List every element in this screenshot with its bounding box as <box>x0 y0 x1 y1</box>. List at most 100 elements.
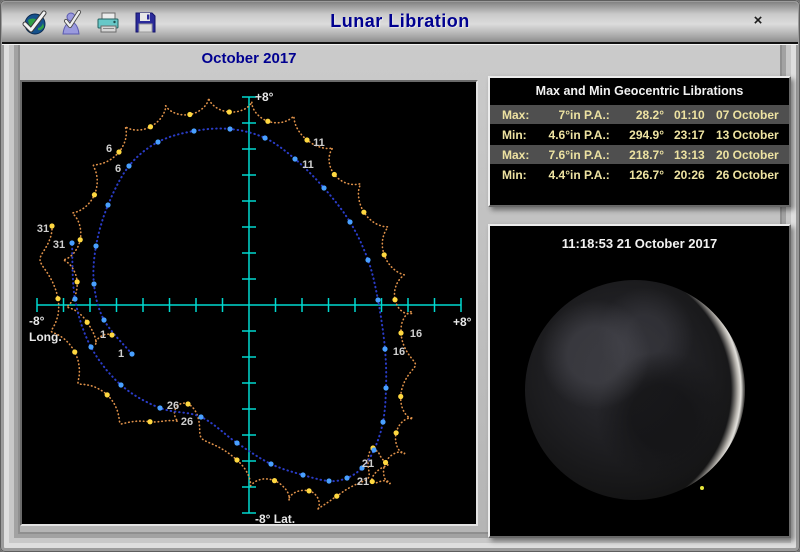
topocentric-day-marker <box>147 419 152 424</box>
moon-crescent <box>525 280 745 500</box>
table-cell: Min: <box>502 168 530 182</box>
table-cell: 4.4° <box>530 168 570 182</box>
day-label-geocentric: 26 <box>181 416 193 428</box>
app-window: Lunar Libration × October 2017 +8°+8°-8°… <box>0 0 800 552</box>
table-row: Max:7°in P.A.:28.2°01:1007 October <box>490 105 789 124</box>
geocentric-day-marker <box>262 135 267 140</box>
table-row: Min:4.4°in P.A.:126.7°20:2626 October <box>490 165 789 184</box>
table-cell: in P.A.: <box>570 148 618 162</box>
day-label-topocentric: 16 <box>410 328 422 340</box>
geocentric-day-marker <box>72 296 77 301</box>
geocentric-day-marker <box>383 385 388 390</box>
axis-label-top: +8° <box>255 90 274 104</box>
table-cell: Max: <box>502 108 530 122</box>
geocentric-day-marker <box>380 419 385 424</box>
topocentric-day-marker <box>85 320 90 325</box>
geocentric-day-marker <box>292 156 297 161</box>
close-button[interactable]: × <box>748 12 768 32</box>
table-cell: Max: <box>502 148 530 162</box>
topocentric-day-marker <box>306 488 311 493</box>
topocentric-day-marker <box>272 478 277 483</box>
libration-table-rows: Max:7°in P.A.:28.2°01:1007 OctoberMin:4.… <box>490 105 789 184</box>
axis-label-left-deg: -8° <box>29 314 45 328</box>
topocentric-day-marker <box>332 172 337 177</box>
geocentric-day-marker <box>101 317 106 322</box>
topocentric-day-marker <box>148 124 153 129</box>
table-cell: 13 October <box>710 128 794 142</box>
topocentric-day-marker <box>392 297 397 302</box>
day-label-topocentric: 31 <box>37 223 49 235</box>
day-label-topocentric: 11 <box>313 137 325 149</box>
day-label-geocentric: 11 <box>302 159 314 171</box>
libration-table-panel: Max and Min Geocentric Librations Max:7°… <box>488 76 791 207</box>
geocentric-day-marker <box>321 185 326 190</box>
star-dot <box>700 486 704 490</box>
topocentric-path <box>40 98 416 510</box>
table-cell: Min: <box>502 128 530 142</box>
topocentric-day-marker <box>383 460 388 465</box>
table-cell: 28.2° <box>618 108 664 122</box>
axis-label-left-word: Long. <box>29 330 62 344</box>
geocentric-day-marker <box>365 257 370 262</box>
day-label-geocentric: 16 <box>393 346 405 358</box>
geocentric-day-marker <box>198 414 203 419</box>
table-cell: 26 October <box>710 168 794 182</box>
geocentric-day-marker <box>347 219 352 224</box>
topocentric-day-marker <box>109 332 114 337</box>
geocentric-day-marker <box>118 382 123 387</box>
geocentric-day-marker <box>126 163 131 168</box>
geocentric-day-marker <box>227 126 232 131</box>
geocentric-day-marker <box>234 440 239 445</box>
geocentric-day-marker <box>129 351 134 356</box>
table-cell: 7.6° <box>530 148 570 162</box>
geocentric-day-marker <box>155 139 160 144</box>
topocentric-day-marker <box>398 330 403 335</box>
topocentric-day-marker <box>304 137 309 142</box>
table-cell: in P.A.: <box>570 108 618 122</box>
day-label-geocentric: 1 <box>118 348 124 360</box>
geocentric-day-marker <box>91 281 96 286</box>
axis-label-right: +8° <box>453 315 472 329</box>
topocentric-day-marker <box>105 392 110 397</box>
table-cell: 294.9° <box>618 128 664 142</box>
moon-panel: 11:18:53 21 October 2017 <box>488 224 791 538</box>
day-label-topocentric: 26 <box>167 400 179 412</box>
libration-chart-panel: +8°+8°-8°Long.-8° Lat.161116212631161116… <box>20 80 478 526</box>
table-cell: in P.A.: <box>570 128 618 142</box>
geocentric-day-marker <box>326 478 331 483</box>
topocentric-day-marker <box>382 252 387 257</box>
day-label-geocentric: 21 <box>357 476 369 488</box>
geocentric-day-marker <box>191 128 196 133</box>
day-label-geocentric: 31 <box>53 239 65 251</box>
geocentric-day-marker <box>344 475 349 480</box>
topocentric-day-marker <box>361 210 366 215</box>
topocentric-day-marker <box>265 119 270 124</box>
geocentric-day-marker <box>268 461 273 466</box>
geocentric-day-marker <box>93 243 98 248</box>
topocentric-day-marker <box>116 149 121 154</box>
day-label-topocentric: 6 <box>106 143 112 155</box>
geocentric-day-marker <box>375 297 380 302</box>
topocentric-day-marker <box>394 430 399 435</box>
table-cell: 07 October <box>710 108 794 122</box>
table-cell: 7° <box>530 108 570 122</box>
month-label: October 2017 <box>20 50 478 67</box>
table-cell: in P.A.: <box>570 168 618 182</box>
geocentric-day-marker <box>371 447 376 452</box>
table-title: Max and Min Geocentric Librations <box>490 84 789 98</box>
table-cell: 01:10 <box>674 108 710 122</box>
day-label-topocentric: 1 <box>100 329 106 341</box>
day-label-topocentric: 21 <box>362 458 374 470</box>
geocentric-day-marker <box>88 344 93 349</box>
topocentric-day-marker <box>55 296 60 301</box>
topocentric-day-marker <box>187 112 192 117</box>
table-cell: 23:17 <box>674 128 710 142</box>
topocentric-day-marker <box>234 457 239 462</box>
geocentric-day-marker <box>382 346 387 351</box>
libration-plot: +8°+8°-8°Long.-8° Lat.161116212631161116… <box>22 82 476 524</box>
day-label-geocentric: 6 <box>115 163 121 175</box>
table-cell: 4.6° <box>530 128 570 142</box>
geocentric-day-marker <box>69 240 74 245</box>
topocentric-day-marker <box>370 479 375 484</box>
table-cell: 20 October <box>710 148 794 162</box>
